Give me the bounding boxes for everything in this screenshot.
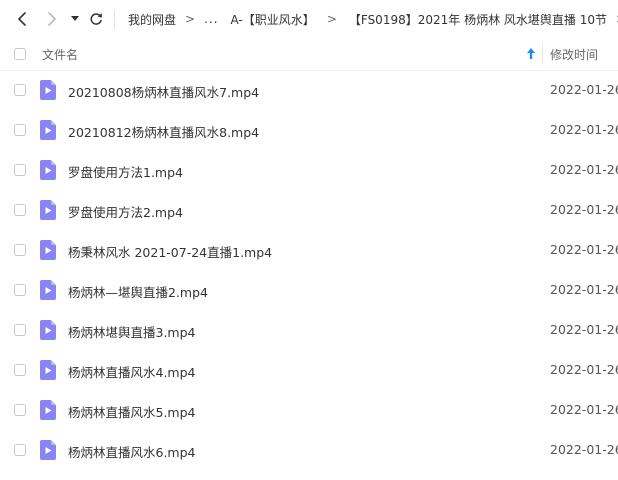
forward-button[interactable] <box>42 9 62 29</box>
file-modified-date: 2022-01-26 <box>550 322 618 337</box>
column-divider[interactable] <box>542 44 543 64</box>
file-browser: 我的网盘 > ... A-【职业风水】 > 【FS0198】2021年 杨炳林 … <box>0 0 618 480</box>
file-modified-date: 2022-01-26 <box>550 442 618 457</box>
row-checkbox[interactable] <box>14 84 26 96</box>
file-name[interactable]: 杨炳林堪舆直播3.mp4 <box>68 322 196 341</box>
video-file-icon <box>40 160 56 180</box>
chevron-right-icon <box>48 12 56 26</box>
breadcrumb-separator: > <box>185 12 196 26</box>
file-name[interactable]: 杨炳林直播风水4.mp4 <box>68 362 196 381</box>
history-dropdown-button[interactable] <box>66 9 84 29</box>
file-row[interactable]: 杨炳林堪舆直播3.mp4 2022-01-26 <box>0 310 618 350</box>
caret-down-icon <box>71 16 79 21</box>
file-row[interactable]: 杨炳林—堪舆直播2.mp4 2022-01-26 <box>0 270 618 310</box>
file-modified-date: 2022-01-26 <box>550 202 618 217</box>
file-name[interactable]: 杨秉林风水 2021-07-24直播1.mp4 <box>68 242 272 261</box>
breadcrumb-current-folder[interactable]: 【FS0198】2021年 杨炳林 风水堪舆直播 10节 <box>349 11 607 28</box>
row-checkbox[interactable] <box>14 124 26 136</box>
row-checkbox[interactable] <box>14 404 26 416</box>
row-checkbox[interactable] <box>14 164 26 176</box>
file-name[interactable]: 杨炳林—堪舆直播2.mp4 <box>68 282 208 301</box>
breadcrumb-root[interactable]: 我的网盘 <box>128 11 176 28</box>
breadcrumb: 我的网盘 > ... A-【职业风水】 > 【FS0198】2021年 杨炳林 … <box>128 0 618 38</box>
row-checkbox[interactable] <box>14 244 26 256</box>
file-name[interactable]: 罗盘使用方法1.mp4 <box>68 162 183 181</box>
video-file-icon <box>40 440 56 460</box>
file-row[interactable]: 罗盘使用方法1.mp4 2022-01-26 <box>0 150 618 190</box>
file-row[interactable]: 20210812杨炳林直播风水8.mp4 2022-01-26 <box>0 110 618 150</box>
breadcrumb-separator: > <box>326 12 337 26</box>
file-name[interactable]: 杨炳林直播风水5.mp4 <box>68 402 196 421</box>
video-file-icon <box>40 240 56 260</box>
row-checkbox[interactable] <box>14 364 26 376</box>
file-list: 20210808杨炳林直播风水7.mp4 2022-01-26 20210812… <box>0 70 618 470</box>
video-file-icon <box>40 360 56 380</box>
file-name[interactable]: 20210808杨炳林直播风水7.mp4 <box>68 82 259 101</box>
file-modified-date: 2022-01-26 <box>550 122 618 137</box>
row-checkbox[interactable] <box>14 324 26 336</box>
select-all-checkbox[interactable] <box>14 48 26 60</box>
sort-up-arrow-icon[interactable] <box>525 47 537 61</box>
nav-divider <box>114 10 115 28</box>
file-row[interactable]: 20210808杨炳林直播风水7.mp4 2022-01-26 <box>0 70 618 110</box>
video-file-icon <box>40 280 56 300</box>
file-name[interactable]: 罗盘使用方法2.mp4 <box>68 202 183 221</box>
file-modified-date: 2022-01-26 <box>550 242 618 257</box>
file-modified-date: 2022-01-26 <box>550 162 618 177</box>
chevron-left-icon <box>18 12 26 26</box>
file-row[interactable]: 杨炳林直播风水5.mp4 2022-01-26 <box>0 390 618 430</box>
file-name[interactable]: 杨炳林直播风水6.mp4 <box>68 442 196 461</box>
video-file-icon <box>40 80 56 100</box>
navigation-bar: 我的网盘 > ... A-【职业风水】 > 【FS0198】2021年 杨炳林 … <box>0 0 618 38</box>
file-row[interactable]: 杨炳林直播风水4.mp4 2022-01-26 <box>0 350 618 390</box>
file-name[interactable]: 20210812杨炳林直播风水8.mp4 <box>68 122 259 141</box>
file-row[interactable]: 杨秉林风水 2021-07-24直播1.mp4 2022-01-26 <box>0 230 618 270</box>
file-modified-date: 2022-01-26 <box>550 362 618 377</box>
file-row[interactable]: 杨炳林直播风水6.mp4 2022-01-26 <box>0 430 618 470</box>
refresh-button[interactable] <box>86 9 106 29</box>
refresh-icon <box>90 13 102 25</box>
back-button[interactable] <box>12 9 32 29</box>
column-header-row: 文件名 修改时间 <box>0 38 618 71</box>
file-row[interactable]: 罗盘使用方法2.mp4 2022-01-26 <box>0 190 618 230</box>
row-checkbox[interactable] <box>14 284 26 296</box>
file-modified-date: 2022-01-26 <box>550 402 618 417</box>
video-file-icon <box>40 120 56 140</box>
video-file-icon <box>40 320 56 340</box>
filename-column-header[interactable]: 文件名 <box>42 46 78 63</box>
file-modified-date: 2022-01-26 <box>550 82 618 97</box>
row-checkbox[interactable] <box>14 204 26 216</box>
breadcrumb-level1[interactable]: A-【职业风水】 <box>231 11 315 28</box>
breadcrumb-ellipsis[interactable]: ... <box>204 12 218 26</box>
row-checkbox[interactable] <box>14 444 26 456</box>
video-file-icon <box>40 400 56 420</box>
modified-time-column-header[interactable]: 修改时间 <box>550 46 598 63</box>
video-file-icon <box>40 200 56 220</box>
file-modified-date: 2022-01-26 <box>550 282 618 297</box>
